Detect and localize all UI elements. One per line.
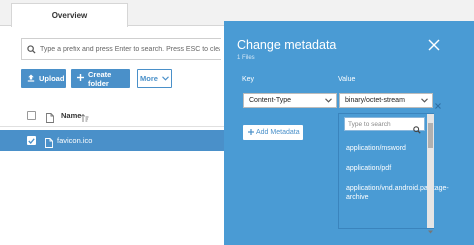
plus-icon (77, 74, 84, 83)
table-header: Name (0, 105, 224, 127)
select-all-checkbox[interactable] (27, 111, 36, 120)
remove-icon[interactable] (435, 96, 441, 114)
plus-icon (248, 128, 254, 137)
column-header-name[interactable]: Name (61, 111, 81, 120)
upload-button[interactable]: Upload (21, 69, 66, 88)
dropdown-option[interactable]: application/vnd.android.package-archive (346, 184, 449, 202)
dropdown-option[interactable]: application/msword (346, 144, 426, 153)
key-column-label: Key (242, 76, 255, 83)
file-icon (46, 110, 54, 128)
value-select[interactable]: binary/octet-stream (339, 93, 433, 108)
add-metadata-button[interactable]: Add Metadata (243, 125, 303, 140)
tab-overview[interactable]: Overview (11, 3, 128, 27)
more-button[interactable]: More (137, 69, 172, 88)
change-metadata-panel: Change metadata 1 Files Key Value Conten… (224, 21, 474, 245)
scroll-down-icon[interactable] (428, 221, 433, 239)
panel-subtitle: 1 Files (237, 55, 255, 61)
create-folder-label: Create folder (88, 69, 112, 88)
search-icon (413, 121, 421, 139)
sort-icon[interactable] (80, 110, 89, 128)
scroll-thumb[interactable] (428, 123, 433, 148)
panel-title: Change metadata (237, 38, 337, 52)
dropdown-scrollbar[interactable] (427, 114, 434, 234)
upload-label: Upload (39, 74, 65, 83)
chevron-down-icon (325, 98, 332, 105)
add-metadata-label: Add Metadata (256, 129, 300, 136)
dropdown-option[interactable]: application/pdf (346, 164, 426, 173)
more-label: More (140, 74, 158, 83)
search-box (21, 38, 221, 60)
search-input[interactable] (40, 45, 220, 53)
file-icon (45, 135, 53, 153)
dropdown-search-input[interactable] (345, 120, 411, 128)
key-select[interactable]: Content-Type (243, 93, 337, 108)
value-column-label: Value (338, 76, 356, 83)
file-name[interactable]: favicon.ico (57, 136, 92, 145)
chevron-down-icon (421, 98, 428, 105)
value-dropdown: application/msword application/pdf appli… (338, 113, 449, 234)
key-select-value: Content-Type (249, 97, 292, 104)
chevron-down-icon (162, 74, 169, 83)
create-folder-button[interactable]: Create folder (71, 69, 130, 88)
value-select-value: binary/octet-stream (345, 97, 405, 104)
close-icon[interactable] (428, 38, 440, 51)
row-checkbox[interactable] (27, 136, 36, 145)
search-icon (22, 44, 40, 54)
upload-icon (27, 74, 35, 84)
table-row[interactable]: favicon.ico (0, 130, 224, 151)
dropdown-search (344, 117, 425, 134)
